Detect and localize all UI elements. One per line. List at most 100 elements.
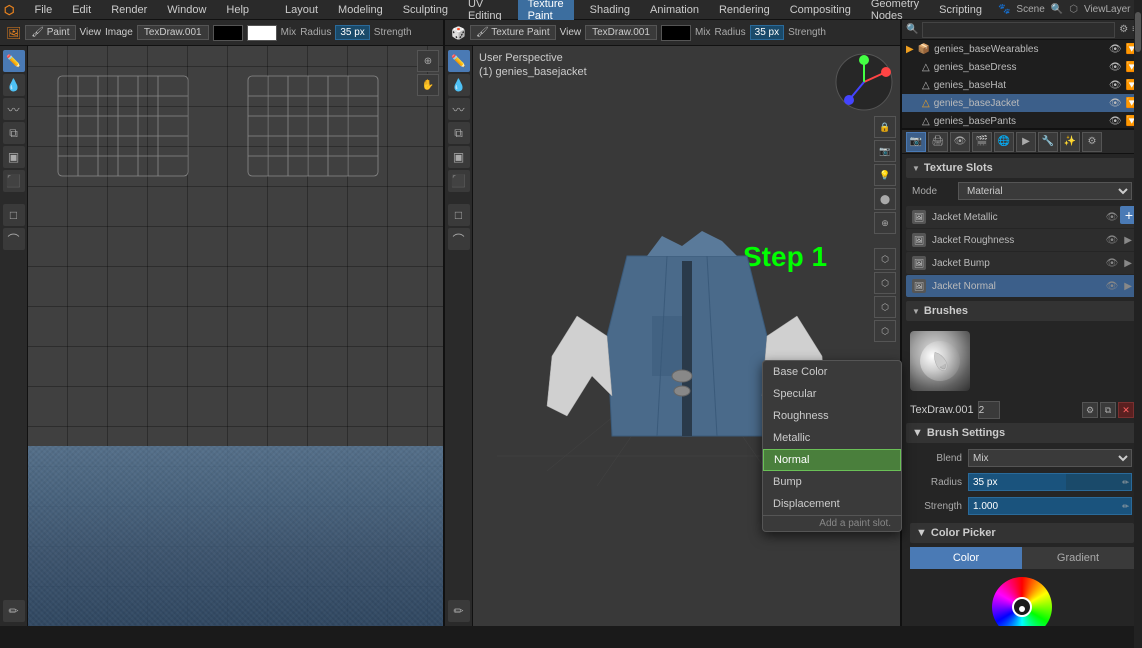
texdraw-copy-btn[interactable]: ⧉ <box>1100 402 1116 418</box>
3d-soften-btn[interactable]: 💧 <box>448 74 470 96</box>
3d-radius-value[interactable]: 35 px <box>750 25 784 40</box>
3d-smear-btn[interactable]: 〰 <box>448 98 470 120</box>
slot-vis-roughness[interactable]: 👁 <box>1106 235 1119 246</box>
uv-image-btn[interactable]: Image <box>105 27 133 38</box>
uv-radius-value-field[interactable]: 35 px <box>335 25 369 40</box>
soften-tool-btn[interactable]: 💧 <box>3 74 25 96</box>
menu-layout[interactable]: Layout <box>281 4 322 16</box>
smear-tool-btn[interactable]: 〰 <box>3 98 25 120</box>
3d-box-mask-btn[interactable]: □ <box>448 204 470 226</box>
foreground-color-swatch[interactable] <box>213 25 243 41</box>
color-picker-header[interactable]: ▼ Color Picker <box>910 523 1134 543</box>
blend-dropdown[interactable]: Mix <box>968 449 1132 467</box>
3d-draw-btn[interactable]: ✏️ <box>448 50 470 72</box>
menu-scripting[interactable]: Scripting <box>935 4 986 16</box>
outliner-item-wearables[interactable]: ▶ 📦 genies_baseWearables 👁 🔽 <box>902 40 1142 58</box>
props-object-btn[interactable]: ▶ <box>1016 132 1036 152</box>
background-color-swatch[interactable] <box>247 25 277 41</box>
color-tab-color[interactable]: Color <box>910 547 1022 569</box>
texdraw-num-input[interactable] <box>978 401 1000 419</box>
brushes-section-header[interactable]: ▼ Brushes <box>906 301 1138 321</box>
brush-settings-header[interactable]: ▼ Brush Settings <box>906 423 1138 443</box>
uv-zoom-btn[interactable]: ⊕ <box>417 50 439 72</box>
menu-compositing[interactable]: Compositing <box>786 4 855 16</box>
radius-value[interactable]: 35 px ✏ <box>968 473 1132 491</box>
menu-rendering[interactable]: Rendering <box>715 4 774 16</box>
texture-slot-normal[interactable]: 🖼 Jacket Normal 👁 ▶ <box>906 275 1138 297</box>
props-physics-btn[interactable]: ⚙ <box>1082 132 1102 152</box>
menu-window[interactable]: Window <box>163 4 210 16</box>
outliner-item-hat[interactable]: △ genies_baseHat 👁 🔽 <box>902 76 1142 94</box>
3d-tex-name[interactable]: TexDraw.001 <box>585 25 657 40</box>
strength-edit-icon[interactable]: ✏ <box>1122 502 1129 511</box>
viewport-extra4-btn[interactable]: ⬡ <box>874 320 896 342</box>
3d-clone-btn[interactable]: ⧉ <box>448 122 470 144</box>
menu-help[interactable]: Help <box>222 4 253 16</box>
scrollbar-thumb[interactable] <box>1135 20 1141 52</box>
menu-geo-nodes[interactable]: Geometry Nodes <box>867 0 923 22</box>
outliner-item-dress[interactable]: △ genies_baseDress 👁 🔽 <box>902 58 1142 76</box>
eye-icon-jacket[interactable]: 👁 <box>1109 98 1122 109</box>
uv-pan-btn[interactable]: ✋ <box>417 74 439 96</box>
3d-fill-btn[interactable]: ▣ <box>448 146 470 168</box>
props-render-btn[interactable]: 📷 <box>906 132 926 152</box>
viewport-overlay-btn[interactable]: ⬤ <box>874 188 896 210</box>
color-tab-gradient[interactable]: Gradient <box>1022 547 1134 569</box>
uv-paint-mode-btn[interactable]: 🖌 Paint <box>25 25 75 40</box>
lasso-mask-btn[interactable]: ⌒ <box>3 228 25 250</box>
viewport-render-btn[interactable]: 💡 <box>874 164 896 186</box>
3d-viewport[interactable]: User Perspective (1) genies_basejacket S… <box>473 46 900 626</box>
viewport-gizmo[interactable] <box>834 52 894 115</box>
brush-preview[interactable] <box>910 331 970 391</box>
color-wheel[interactable] <box>992 577 1052 626</box>
menu-file[interactable]: File <box>30 4 56 16</box>
slot-arrow-roughness[interactable]: ▶ <box>1124 235 1132 246</box>
slot-vis-bump[interactable]: 👁 <box>1106 258 1119 269</box>
slot-arrow-normal[interactable]: ▶ <box>1124 281 1132 292</box>
fill-tool-btn[interactable]: ▣ <box>3 146 25 168</box>
uv-view-btn[interactable]: View <box>80 27 102 38</box>
menu-edit[interactable]: Edit <box>68 4 95 16</box>
mask-tool-btn[interactable]: ⬛ <box>3 170 25 192</box>
props-particle-btn[interactable]: ✨ <box>1060 132 1080 152</box>
3d-foreground-swatch[interactable] <box>661 25 691 41</box>
3d-view-btn[interactable]: View <box>560 27 582 38</box>
viewport-camera-btn[interactable]: 📷 <box>874 140 896 162</box>
menu-uv-editing[interactable]: UV Editing <box>464 0 506 22</box>
outliner-item-jacket[interactable]: △ genies_baseJacket 👁 🔽 <box>902 94 1142 112</box>
viewport-extra2-btn[interactable]: ⬡ <box>874 272 896 294</box>
eye-icon-wearables[interactable]: 👁 <box>1109 44 1122 55</box>
annotate-btn[interactable]: ✏ <box>3 600 25 622</box>
clone-tool-btn[interactable]: ⧉ <box>3 122 25 144</box>
texture-slots-header[interactable]: ▼ Texture Slots <box>906 158 1138 178</box>
props-modifier-btn[interactable]: 🔧 <box>1038 132 1058 152</box>
3d-annotate-btn[interactable]: ✏ <box>448 600 470 622</box>
props-output-btn[interactable]: 🖨 <box>928 132 948 152</box>
viewport-gizmo-btn[interactable]: ⊕ <box>874 212 896 234</box>
eye-icon-pants[interactable]: 👁 <box>1109 116 1122 127</box>
viewport-lock-btn[interactable]: 🔒 <box>874 116 896 138</box>
props-scrollbar[interactable] <box>1134 20 1142 626</box>
viewport-extra3-btn[interactable]: ⬡ <box>874 296 896 318</box>
slot-arrow-bump[interactable]: ▶ <box>1124 258 1132 269</box>
viewport-extra1-btn[interactable]: ⬡ <box>874 248 896 270</box>
texture-paint-mode-btn[interactable]: 🖌 Texture Paint <box>470 25 556 40</box>
slot-vis-metallic[interactable]: 👁 <box>1106 212 1119 223</box>
uv-viewport[interactable]: ⊕ ✋ <box>28 46 443 626</box>
eye-icon-dress[interactable]: 👁 <box>1109 62 1122 73</box>
menu-modeling[interactable]: Modeling <box>334 4 387 16</box>
strength-value[interactable]: 1.000 ✏ <box>968 497 1132 515</box>
menu-shading[interactable]: Shading <box>586 4 634 16</box>
outliner-item-pants[interactable]: △ genies_basePants 👁 🔽 <box>902 112 1142 130</box>
radius-edit-icon[interactable]: ✏ <box>1122 478 1129 487</box>
props-scene-btn[interactable]: 🎬 <box>972 132 992 152</box>
menu-sculpting[interactable]: Sculpting <box>399 4 452 16</box>
texture-slot-bump[interactable]: 🖼 Jacket Bump 👁 ▶ <box>906 252 1138 274</box>
menu-animation[interactable]: Animation <box>646 4 703 16</box>
texdraw-delete-btn[interactable]: ✕ <box>1118 402 1134 418</box>
texture-slot-metallic[interactable]: 🖼 Jacket Metallic 👁 ▶ <box>906 206 1138 228</box>
3d-lasso-btn[interactable]: ⌒ <box>448 228 470 250</box>
box-mask-btn[interactable]: □ <box>3 204 25 226</box>
3d-mask-btn[interactable]: ⬛ <box>448 170 470 192</box>
texdraw-settings-btn[interactable]: ⚙ <box>1082 402 1098 418</box>
